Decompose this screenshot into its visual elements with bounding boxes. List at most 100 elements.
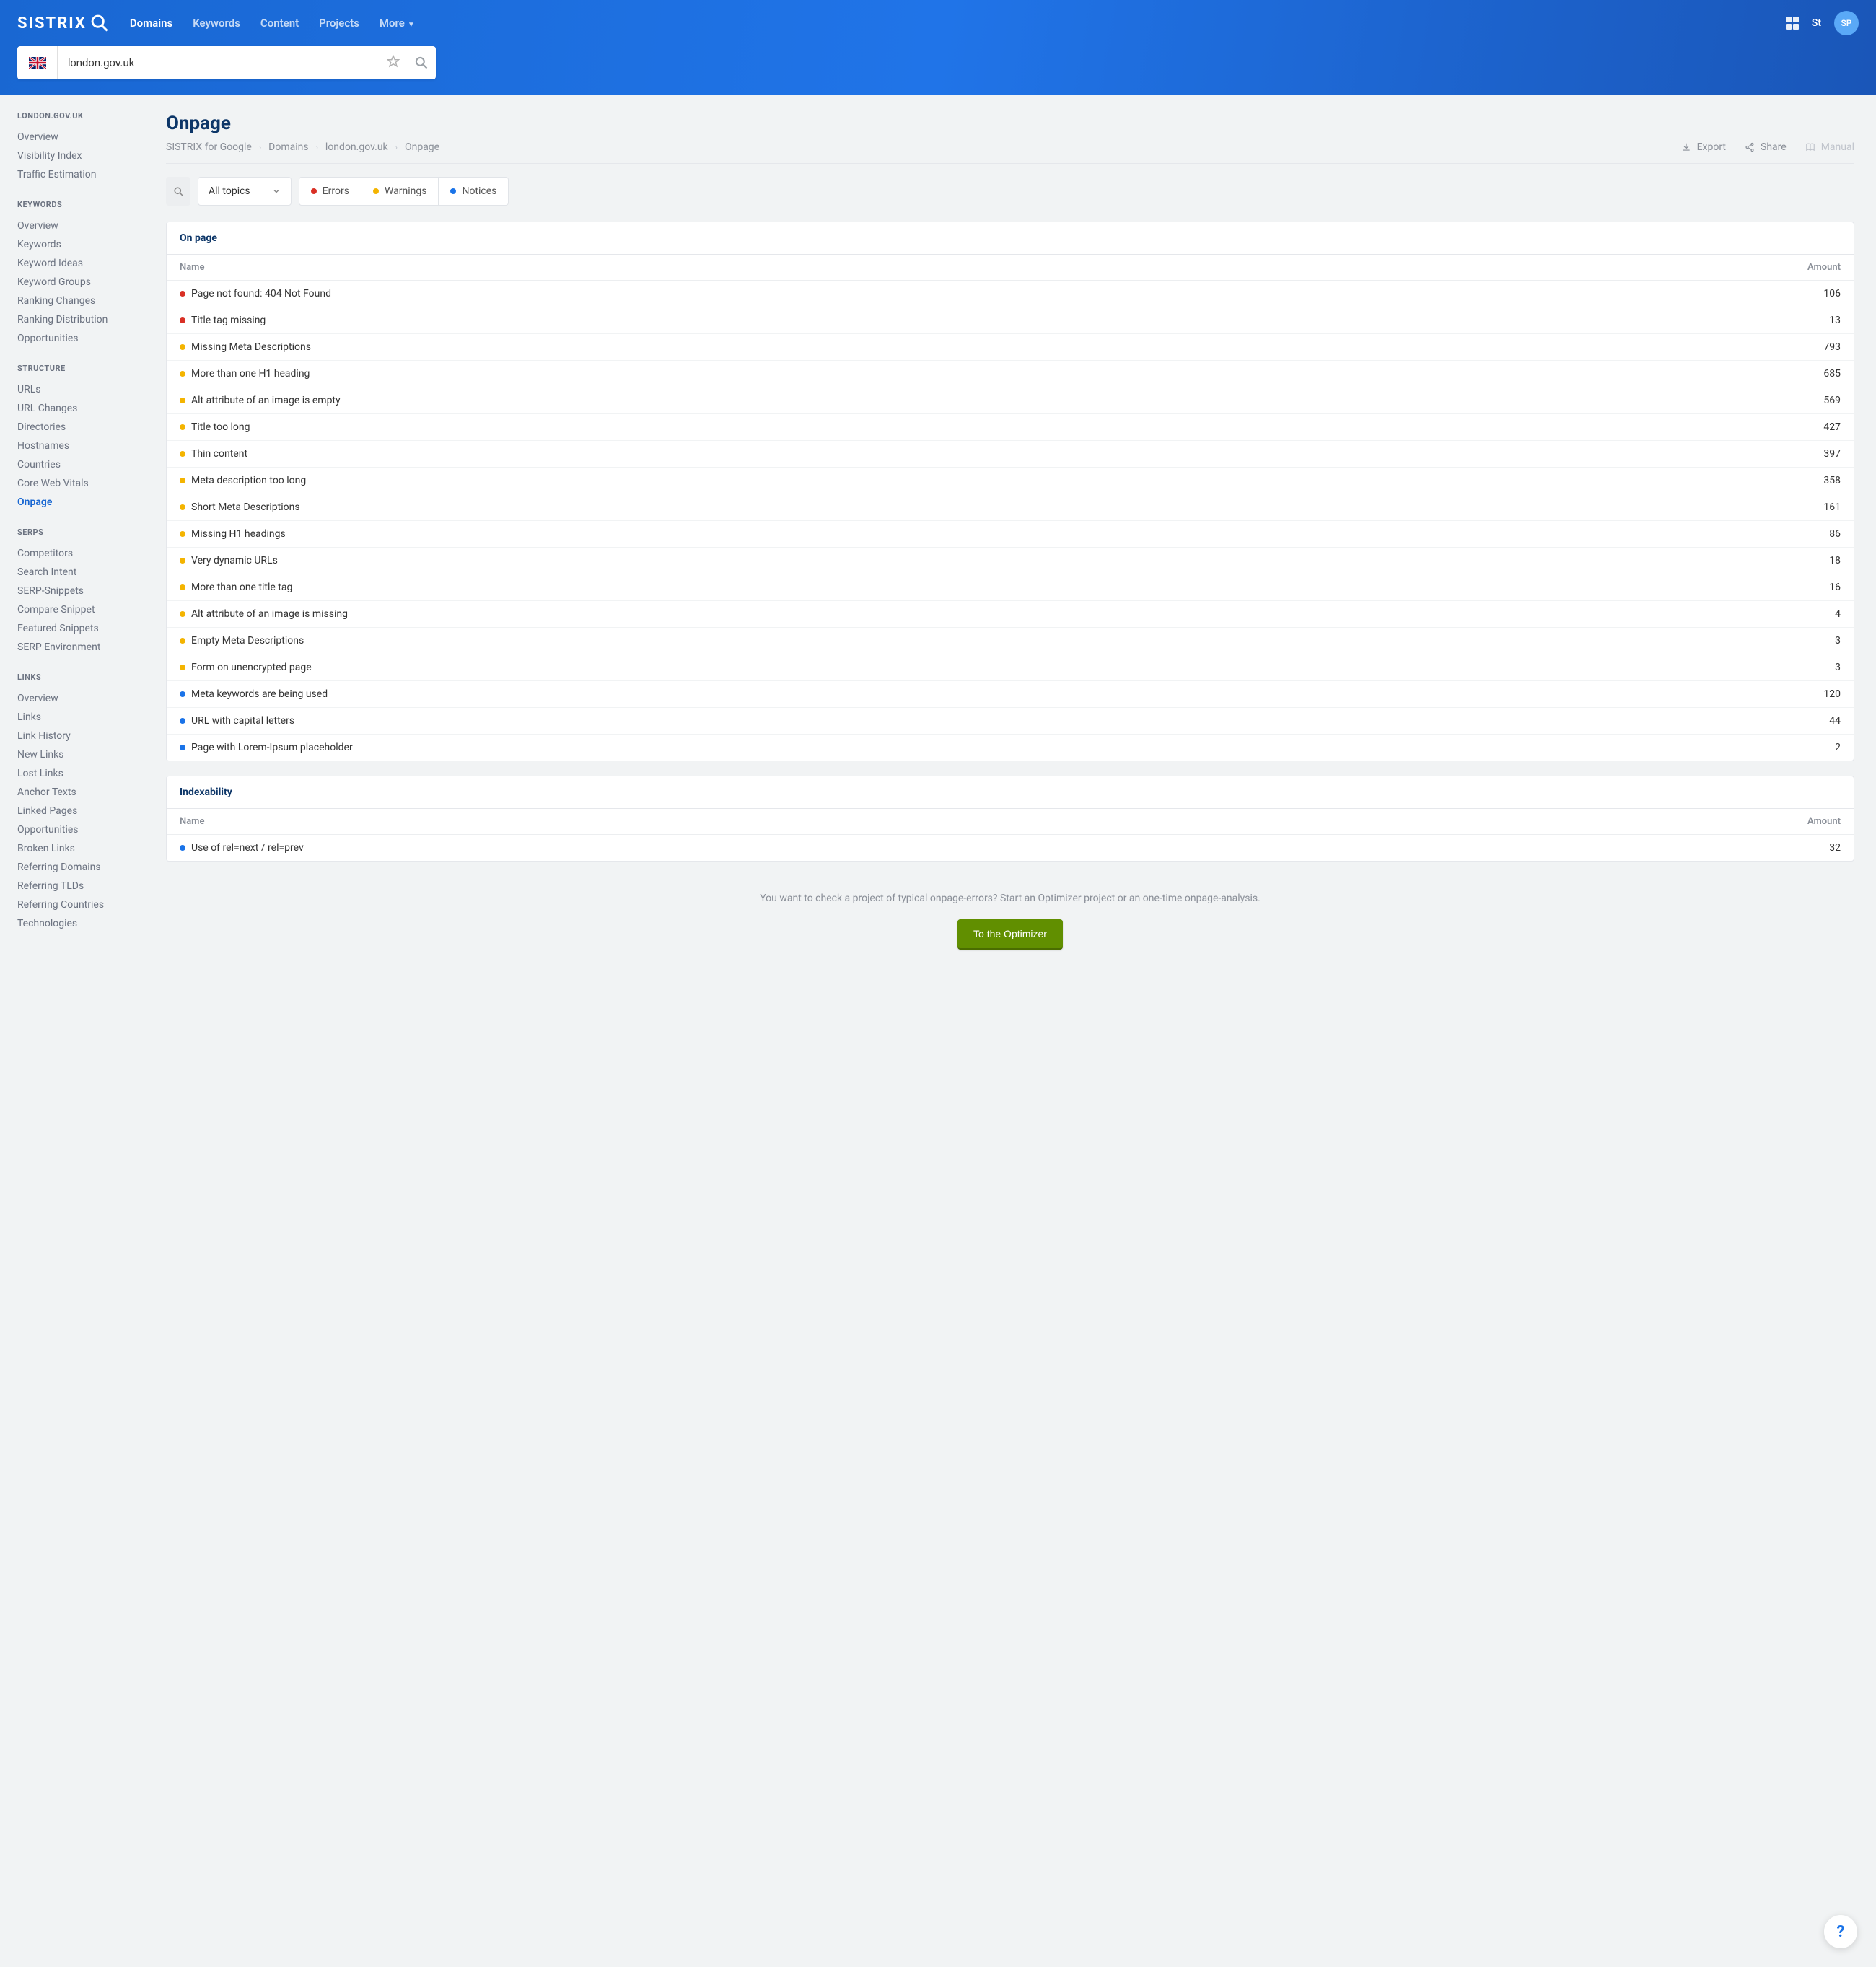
table-row[interactable]: Title too long427 <box>167 414 1854 441</box>
table-row[interactable]: Meta keywords are being used120 <box>167 681 1854 708</box>
row-amount: 685 <box>1776 368 1841 380</box>
sidebar-item-linked-pages[interactable]: Linked Pages <box>17 802 144 820</box>
sidebar-item-referring-tlds[interactable]: Referring TLDs <box>17 877 144 895</box>
star-icon[interactable] <box>380 55 407 71</box>
breadcrumb-item[interactable]: Onpage <box>405 141 439 153</box>
sidebar-item-url-changes[interactable]: URL Changes <box>17 399 144 418</box>
table-row[interactable]: Very dynamic URLs18 <box>167 548 1854 574</box>
sidebar-item-serp-snippets[interactable]: SERP-Snippets <box>17 582 144 600</box>
search-submit-icon[interactable] <box>407 56 436 70</box>
table-row[interactable]: More than one title tag16 <box>167 574 1854 601</box>
sidebar-item-onpage[interactable]: Onpage <box>17 493 144 512</box>
row-name: Title tag missing <box>191 315 1776 326</box>
nav-keywords[interactable]: Keywords <box>193 17 240 30</box>
sidebar-item-anchor-texts[interactable]: Anchor Texts <box>17 783 144 802</box>
sidebar-item-opportunities[interactable]: Opportunities <box>17 329 144 348</box>
sidebar-item-overview[interactable]: Overview <box>17 216 144 235</box>
sidebar-item-new-links[interactable]: New Links <box>17 745 144 764</box>
sidebar-item-keywords[interactable]: Keywords <box>17 235 144 254</box>
share-button[interactable]: Share <box>1745 141 1787 153</box>
table-row[interactable]: Page with Lorem-Ipsum placeholder2 <box>167 735 1854 761</box>
table-row[interactable]: Form on unencrypted page3 <box>167 654 1854 681</box>
avatar[interactable]: SP <box>1834 11 1859 35</box>
manual-button[interactable]: Manual <box>1805 141 1854 153</box>
sidebar-item-opportunities[interactable]: Opportunities <box>17 820 144 839</box>
sidebar-item-overview[interactable]: Overview <box>17 128 144 146</box>
row-amount: 161 <box>1776 501 1841 513</box>
filter-warnings[interactable]: Warnings <box>361 178 439 205</box>
col-name: Name <box>180 816 1776 827</box>
row-amount: 106 <box>1776 288 1841 299</box>
breadcrumb-item[interactable]: SISTRIX for Google <box>166 141 252 153</box>
sidebar-item-ranking-changes[interactable]: Ranking Changes <box>17 292 144 310</box>
cta-box: You want to check a project of typical o… <box>166 876 1854 964</box>
sidebar-item-ranking-distribution[interactable]: Ranking Distribution <box>17 310 144 329</box>
sidebar-item-serp-environment[interactable]: SERP Environment <box>17 638 144 657</box>
export-button[interactable]: Export <box>1681 141 1726 153</box>
help-fab[interactable]: ? <box>1824 1915 1857 1948</box>
table-row[interactable]: Thin content397 <box>167 441 1854 468</box>
row-amount: 358 <box>1776 475 1841 486</box>
sidebar-item-keyword-groups[interactable]: Keyword Groups <box>17 273 144 292</box>
sidebar-item-search-intent[interactable]: Search Intent <box>17 563 144 582</box>
table-row[interactable]: Alt attribute of an image is missing4 <box>167 601 1854 628</box>
optimizer-button[interactable]: To the Optimizer <box>957 919 1063 950</box>
row-name: Short Meta Descriptions <box>191 501 1776 513</box>
sidebar-item-referring-countries[interactable]: Referring Countries <box>17 895 144 914</box>
st-label[interactable]: St <box>1812 17 1821 29</box>
table-row[interactable]: Short Meta Descriptions161 <box>167 494 1854 521</box>
chevron-down-icon <box>272 187 281 196</box>
row-name: URL with capital letters <box>191 715 1776 727</box>
domain-search-input[interactable] <box>58 57 380 69</box>
table-row[interactable]: More than one H1 heading685 <box>167 361 1854 387</box>
breadcrumb-item[interactable]: london.gov.uk <box>325 141 388 153</box>
country-selector[interactable] <box>17 46 58 79</box>
sidebar-item-lost-links[interactable]: Lost Links <box>17 764 144 783</box>
table-row[interactable]: Meta description too long358 <box>167 468 1854 494</box>
sidebar-item-countries[interactable]: Countries <box>17 455 144 474</box>
topic-dropdown[interactable]: All topics <box>198 177 292 206</box>
sidebar-item-traffic-estimation[interactable]: Traffic Estimation <box>17 165 144 184</box>
sidebar-item-links[interactable]: Links <box>17 708 144 727</box>
sidebar-item-technologies[interactable]: Technologies <box>17 914 144 933</box>
nav-domains[interactable]: Domains <box>130 17 172 30</box>
sidebar-item-hostnames[interactable]: Hostnames <box>17 437 144 455</box>
sidebar-item-directories[interactable]: Directories <box>17 418 144 437</box>
nav-more[interactable]: More▼ <box>380 17 415 30</box>
uk-flag-icon <box>29 57 46 69</box>
table-row[interactable]: Title tag missing13 <box>167 307 1854 334</box>
row-amount: 44 <box>1776 715 1841 727</box>
sidebar-item-core-web-vitals[interactable]: Core Web Vitals <box>17 474 144 493</box>
filter-errors[interactable]: Errors <box>299 178 361 205</box>
table-row[interactable]: Empty Meta Descriptions3 <box>167 628 1854 654</box>
row-amount: 13 <box>1776 315 1841 326</box>
warning-dot-icon <box>373 188 379 194</box>
sidebar-item-urls[interactable]: URLs <box>17 380 144 399</box>
nav-projects[interactable]: Projects <box>319 17 359 30</box>
sidebar-item-link-history[interactable]: Link History <box>17 727 144 745</box>
sidebar-item-overview[interactable]: Overview <box>17 689 144 708</box>
table-row[interactable]: Missing Meta Descriptions793 <box>167 334 1854 361</box>
breadcrumb-item[interactable]: Domains <box>268 141 308 153</box>
sidebar-item-visibility-index[interactable]: Visibility Index <box>17 146 144 165</box>
sidebar-item-compare-snippet[interactable]: Compare Snippet <box>17 600 144 619</box>
sidebar-item-featured-snippets[interactable]: Featured Snippets <box>17 619 144 638</box>
sidebar-item-competitors[interactable]: Competitors <box>17 544 144 563</box>
filter-search-button[interactable] <box>166 177 190 206</box>
table-row[interactable]: Use of rel=next / rel=prev32 <box>167 835 1854 861</box>
sidebar-item-broken-links[interactable]: Broken Links <box>17 839 144 858</box>
filter-notices[interactable]: Notices <box>439 178 508 205</box>
brand-logo[interactable]: SISTRIX <box>17 13 110 33</box>
row-amount: 32 <box>1776 842 1841 854</box>
table-row[interactable]: Alt attribute of an image is empty569 <box>167 387 1854 414</box>
apps-icon[interactable] <box>1786 17 1799 30</box>
warning-dot-icon <box>180 531 185 537</box>
sidebar-item-keyword-ideas[interactable]: Keyword Ideas <box>17 254 144 273</box>
table-row[interactable]: URL with capital letters44 <box>167 708 1854 735</box>
breadcrumb-sep: › <box>316 143 318 152</box>
nav-content[interactable]: Content <box>260 17 299 30</box>
page-title: Onpage <box>166 113 1854 134</box>
sidebar-item-referring-domains[interactable]: Referring Domains <box>17 858 144 877</box>
table-row[interactable]: Missing H1 headings86 <box>167 521 1854 548</box>
table-row[interactable]: Page not found: 404 Not Found106 <box>167 281 1854 307</box>
